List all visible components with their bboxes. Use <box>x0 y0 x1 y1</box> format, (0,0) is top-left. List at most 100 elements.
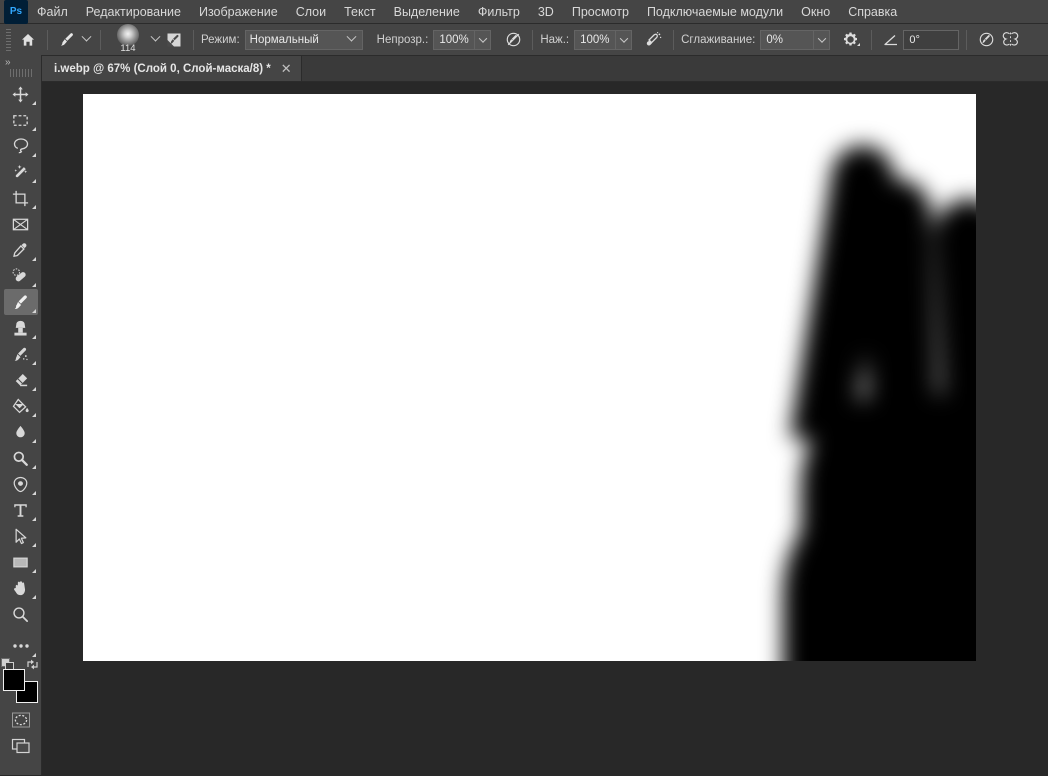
tools-collapse-button[interactable]: » <box>0 55 41 69</box>
options-separator-1 <box>47 29 48 50</box>
type-tool-submenu-triangle <box>31 517 36 521</box>
switch-colors-icon[interactable] <box>26 658 40 677</box>
hand-tool[interactable] <box>4 575 38 601</box>
layer-mask-artwork <box>83 94 976 661</box>
home-icon[interactable] <box>16 28 40 52</box>
edit-toolbar[interactable] <box>4 633 38 659</box>
pressure-opacity-icon[interactable] <box>501 28 525 52</box>
menu-item-plugins[interactable]: Подключаемые модули <box>638 0 792 24</box>
zoom-tool[interactable] <box>4 601 38 627</box>
flow-chevron-down-icon[interactable] <box>616 29 633 50</box>
foreground-color-swatch[interactable] <box>2 669 25 691</box>
document-tab-title: i.webp @ 67% (Слой 0, Слой-маска/8) * <box>54 62 271 75</box>
gradient-tool[interactable] <box>4 393 38 419</box>
frame-tool[interactable] <box>4 211 38 237</box>
rectangle-tool-submenu-triangle <box>31 569 36 573</box>
gear-icon[interactable] <box>840 28 864 52</box>
blur-tool-submenu-triangle <box>31 439 36 443</box>
options-bar-grip[interactable] <box>4 28 13 51</box>
marquee-tool-submenu-triangle <box>31 127 36 131</box>
menu-item-edit[interactable]: Редактирование <box>77 0 190 24</box>
symmetry-butterfly-icon[interactable] <box>998 28 1022 52</box>
options-separator-5 <box>673 29 675 50</box>
hand-tool-submenu-triangle <box>31 595 36 599</box>
brush-tool-icon[interactable] <box>55 28 79 52</box>
menu-item-view[interactable]: Просмотр <box>563 0 638 24</box>
airbrush-icon[interactable] <box>642 28 666 52</box>
menu-item-select[interactable]: Выделение <box>385 0 469 24</box>
menu-item-file[interactable]: Файл <box>28 0 77 24</box>
smoothing-label: Сглаживание: <box>681 33 756 46</box>
document-tab-bar: i.webp @ 67% (Слой 0, Слой-маска/8) * ✕ <box>0 56 1048 82</box>
options-separator-3 <box>193 29 194 50</box>
blend-mode-value: Нормальный <box>249 33 319 46</box>
tools-panel-grip[interactable] <box>9 69 32 77</box>
tablet-pressure-size-icon[interactable] <box>974 28 998 52</box>
move-tool[interactable] <box>4 81 38 107</box>
screen-mode-icon[interactable] <box>4 733 38 759</box>
color-swatches <box>0 658 41 707</box>
pen-tool-submenu-triangle <box>31 491 36 495</box>
lasso-tool[interactable] <box>4 133 38 159</box>
flow-label: Наж.: <box>540 33 570 46</box>
options-separator-6 <box>871 29 873 50</box>
opacity-input[interactable]: 100% <box>433 29 476 50</box>
eraser-tool-submenu-triangle <box>31 387 36 391</box>
quick-mask-icon[interactable] <box>4 707 38 733</box>
brush-settings-panel-icon[interactable] <box>162 28 186 52</box>
pen-tool[interactable] <box>4 471 38 497</box>
menu-item-window[interactable]: Окно <box>792 0 839 24</box>
menu-bar: Ps Файл Редактирование Изображение Слои … <box>0 0 1048 24</box>
healing-brush-tool[interactable] <box>4 263 38 289</box>
rectangular-marquee-tool[interactable] <box>4 107 38 133</box>
menu-item-3d[interactable]: 3D <box>529 0 563 24</box>
smoothing-chevron-down-icon[interactable] <box>814 29 831 50</box>
gradient-tool-submenu-triangle <box>31 413 36 417</box>
type-tool[interactable] <box>4 497 38 523</box>
menu-item-text[interactable]: Текст <box>335 0 384 24</box>
rectangle-tool[interactable] <box>4 549 38 575</box>
brush-tool-submenu-triangle <box>31 309 36 313</box>
crop-tool-submenu-triangle <box>31 205 36 209</box>
photoshop-logo: Ps <box>4 0 28 24</box>
blend-mode-label: Режим: <box>201 33 240 46</box>
brush-size-value: 114 <box>120 42 136 54</box>
eraser-tool[interactable] <box>4 367 38 393</box>
clone-stamp-tool-submenu-triangle <box>31 335 36 339</box>
close-icon[interactable]: ✕ <box>281 61 292 77</box>
healing-brush-tool-submenu-triangle <box>31 283 36 287</box>
smoothing-input[interactable]: 0% <box>760 29 815 50</box>
brush-preview[interactable]: 114 <box>108 23 148 55</box>
move-tool-submenu-triangle <box>31 101 36 105</box>
tools-panel: » <box>0 55 42 775</box>
eyedropper-tool[interactable] <box>4 237 38 263</box>
tool-options-bar: 114 Режим: Нормальный Непрозр.: 100% Наж… <box>0 23 1048 56</box>
eyedropper-tool-submenu-triangle <box>31 257 36 261</box>
dodge-tool[interactable] <box>4 445 38 471</box>
clone-stamp-tool[interactable] <box>4 315 38 341</box>
menu-item-filter[interactable]: Фильтр <box>469 0 529 24</box>
blend-mode-chevron-down-icon <box>346 29 358 51</box>
mask-shape-finger-2 <box>859 177 941 471</box>
canvas-area[interactable] <box>42 82 1048 775</box>
menu-item-help[interactable]: Справка <box>839 0 906 24</box>
menu-item-layers[interactable]: Слои <box>287 0 335 24</box>
brush-preset-chevron-down-icon[interactable] <box>79 29 93 51</box>
brush-picker-chevron-down-icon[interactable] <box>148 29 162 51</box>
blend-mode-select[interactable]: Нормальный <box>244 29 363 51</box>
brush-angle-input[interactable]: 0° <box>903 29 960 50</box>
blur-tool[interactable] <box>4 419 38 445</box>
crop-tool[interactable] <box>4 185 38 211</box>
history-brush-tool-submenu-triangle <box>31 361 36 365</box>
opacity-chevron-down-icon[interactable] <box>475 29 492 50</box>
document-canvas[interactable] <box>83 94 976 661</box>
menu-item-image[interactable]: Изображение <box>190 0 287 24</box>
flow-input[interactable]: 100% <box>574 29 617 50</box>
brush-angle-icon[interactable] <box>879 28 903 52</box>
brush-tool[interactable] <box>3 289 38 315</box>
document-tab[interactable]: i.webp @ 67% (Слой 0, Слой-маска/8) * ✕ <box>42 56 302 81</box>
magic-wand-tool[interactable] <box>4 159 38 185</box>
history-brush-tool[interactable] <box>4 341 38 367</box>
path-selection-tool[interactable] <box>4 523 38 549</box>
dodge-tool-submenu-triangle <box>31 465 36 469</box>
